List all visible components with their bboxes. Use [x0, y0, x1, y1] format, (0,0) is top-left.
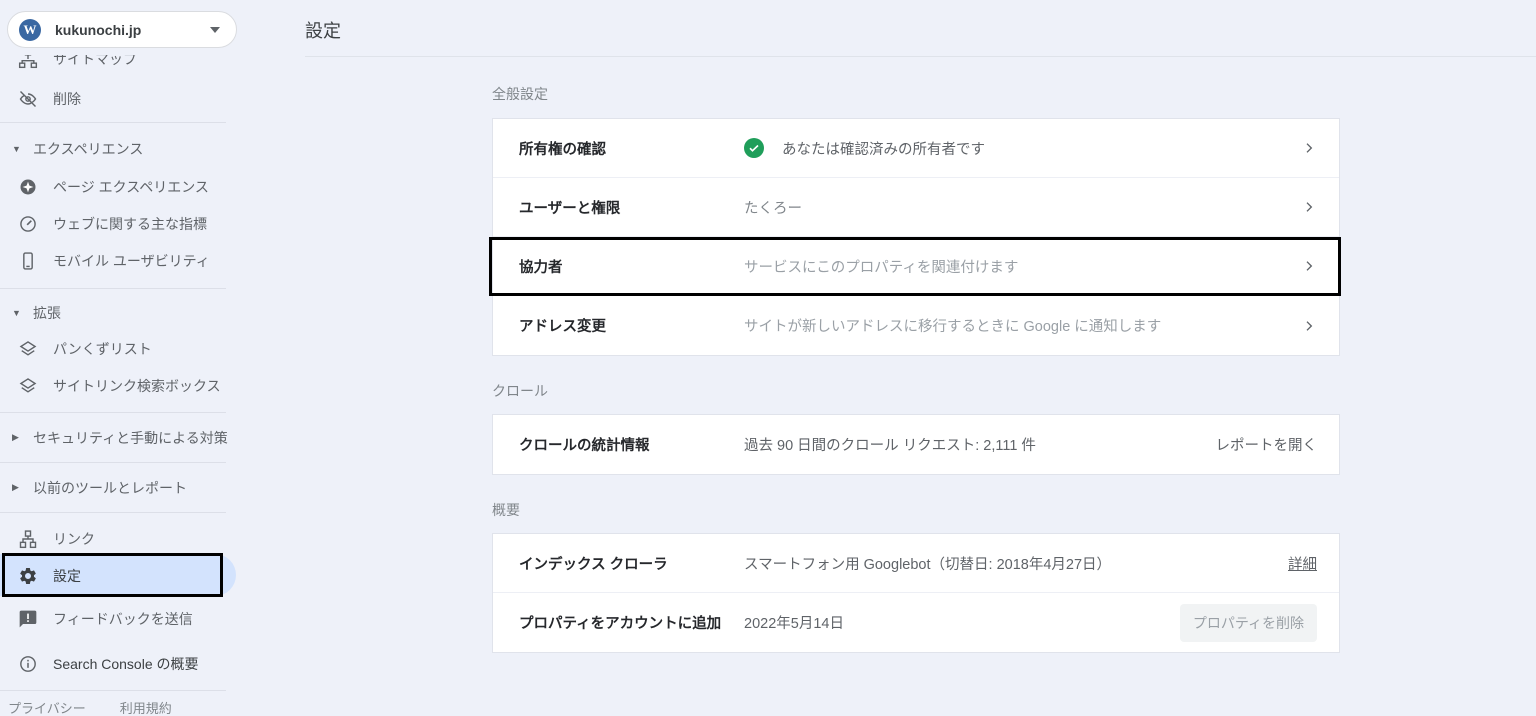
sidebar-section-label: エクスペリエンス — [33, 139, 143, 159]
sidebar-item-label: サイトリンク検索ボックス — [53, 376, 221, 396]
details-link[interactable]: 詳細 — [1288, 553, 1317, 574]
sidebar-divider — [0, 412, 226, 413]
row-label: プロパティをアカウントに追加 — [519, 612, 744, 633]
sidebar-item-label: フィードバックを送信 — [53, 609, 193, 629]
chevron-right-icon[interactable] — [1293, 140, 1317, 156]
sidebar-item-removals[interactable]: 削除 — [0, 80, 236, 117]
row-value: たくろー — [744, 197, 1293, 218]
links-tree-icon — [18, 529, 38, 549]
row-indexing-crawler[interactable]: インデックス クローラ スマートフォン用 Googlebot（切替日: 2018… — [493, 534, 1339, 593]
chevron-right-icon[interactable] — [1293, 258, 1317, 274]
chevron-right-icon[interactable] — [1293, 199, 1317, 215]
row-label: インデックス クローラ — [519, 553, 744, 574]
row-label: クロールの統計情報 — [519, 434, 744, 455]
sidebar-item-settings[interactable]: 設定 — [0, 557, 236, 594]
section-label-about: 概要 — [492, 500, 520, 520]
sidebar-item-label: モバイル ユーザビリティ — [53, 251, 210, 271]
property-selector[interactable]: W kukunochi.jp — [7, 11, 237, 48]
sidebar-section-enhancements[interactable]: ▼ 拡張 — [0, 294, 236, 331]
row-label: アドレス変更 — [519, 315, 744, 336]
sidebar-section-experience[interactable]: ▼ エクスペリエンス — [0, 130, 236, 167]
crawl-card: クロールの統計情報 過去 90 日間のクロール リクエスト: 2,111 件 レ… — [492, 414, 1340, 475]
chevron-right-icon[interactable] — [1293, 318, 1317, 334]
row-property-added[interactable]: プロパティをアカウントに追加 2022年5月14日 プロパティを削除 — [493, 593, 1339, 652]
sidebar-divider — [0, 690, 226, 691]
verified-check-icon — [744, 138, 764, 158]
sidebar-divider — [0, 512, 226, 513]
row-value: 過去 90 日間のクロール リクエスト: 2,111 件 — [744, 434, 1216, 455]
chevron-expanded-icon: ▼ — [12, 144, 24, 154]
sidebar-section-security[interactable]: ▶ セキュリティと手動による対策 — [0, 419, 236, 456]
sidebar-section-legacy-tools[interactable]: ▶ 以前のツールとレポート — [0, 469, 236, 506]
sidebar-item-breadcrumbs[interactable]: パンくずリスト — [0, 330, 236, 367]
sidebar-item-page-experience[interactable]: ページ エクスペリエンス — [0, 168, 236, 205]
row-value: サイトが新しいアドレスに移行するときに Google に通知します — [744, 315, 1293, 336]
sidebar-item-label: 削除 — [53, 89, 81, 109]
sidebar-section-label: 拡張 — [33, 303, 61, 323]
sidebar: サイトマップ 削除 ▼ エクスペリエンス ページ エクスペリエンス ウェブに関す… — [0, 0, 236, 716]
sidebar-item-label: リンク — [53, 529, 95, 549]
sidebar-item-label: パンくずリスト — [53, 339, 152, 359]
sidebar-section-label: セキュリティと手動による対策 — [33, 428, 228, 448]
row-value: 2022年5月14日 — [744, 612, 1180, 633]
chevron-expanded-icon: ▼ — [12, 308, 24, 318]
feedback-icon — [18, 609, 38, 629]
chevron-collapsed-icon: ▶ — [12, 482, 24, 493]
remove-property-button[interactable]: プロパティを削除 — [1180, 604, 1317, 642]
row-change-of-address[interactable]: アドレス変更 サイトが新しいアドレスに移行するときに Google に通知します — [493, 296, 1339, 355]
sidebar-divider — [0, 288, 226, 289]
sidebar-item-about-search-console[interactable]: Search Console の概要 — [0, 645, 236, 682]
search-console-app: サイトマップ 削除 ▼ エクスペリエンス ページ エクスペリエンス ウェブに関す… — [0, 0, 1536, 716]
section-label-crawl: クロール — [492, 381, 548, 401]
sidebar-item-sitelinks-searchbox[interactable]: サイトリンク検索ボックス — [0, 367, 236, 404]
page-experience-icon — [18, 177, 38, 197]
section-label-general: 全般設定 — [492, 84, 548, 104]
row-label: 所有権の確認 — [519, 138, 744, 159]
sidebar-section-label: 以前のツールとレポート — [33, 478, 187, 498]
info-icon — [18, 654, 38, 674]
caret-down-icon — [210, 27, 220, 33]
layers-icon — [18, 376, 38, 396]
row-value: スマートフォン用 Googlebot（切替日: 2018年4月27日） — [744, 553, 1288, 574]
property-name: kukunochi.jp — [55, 22, 141, 38]
terms-link[interactable]: 利用規約 — [120, 698, 172, 716]
about-card: インデックス クローラ スマートフォン用 Googlebot（切替日: 2018… — [492, 533, 1340, 653]
row-label: 協力者 — [519, 256, 744, 277]
sidebar-footer: プライバシー 利用規約 — [8, 698, 172, 716]
gear-icon — [18, 566, 38, 586]
row-users-permissions[interactable]: ユーザーと権限 たくろー — [493, 178, 1339, 237]
visibility-off-icon — [18, 89, 38, 109]
row-ownership-verification[interactable]: 所有権の確認 あなたは確認済みの所有者です — [493, 119, 1339, 178]
sidebar-divider — [0, 122, 226, 123]
row-value: あなたは確認済みの所有者です — [744, 138, 1293, 159]
sidebar-item-label: 設定 — [53, 566, 81, 586]
smartphone-icon — [18, 251, 38, 271]
row-associations[interactable]: 協力者 サービスにこのプロパティを関連付けます — [493, 237, 1339, 296]
sidebar-item-mobile-usability[interactable]: モバイル ユーザビリティ — [0, 242, 236, 279]
sidebar-item-label: ページ エクスペリエンス — [53, 177, 209, 197]
open-report-link[interactable]: レポートを開く — [1216, 434, 1318, 455]
sidebar-item-label: Search Console の概要 — [53, 654, 199, 674]
header-divider — [305, 56, 1536, 57]
layers-icon — [18, 339, 38, 359]
sidebar-item-label: ウェブに関する主な指標 — [53, 214, 207, 234]
sidebar-item-core-web-vitals[interactable]: ウェブに関する主な指標 — [0, 205, 236, 242]
chevron-collapsed-icon: ▶ — [12, 432, 24, 443]
privacy-link[interactable]: プライバシー — [8, 698, 86, 716]
sidebar-item-feedback[interactable]: フィードバックを送信 — [0, 600, 236, 637]
speedometer-icon — [18, 214, 38, 234]
general-settings-card: 所有権の確認 あなたは確認済みの所有者です ユーザーと権限 たくろー 協力者 サ… — [492, 118, 1340, 356]
sidebar-item-links[interactable]: リンク — [0, 520, 236, 557]
row-label: ユーザーと権限 — [519, 197, 744, 218]
wordpress-logo-icon: W — [17, 17, 43, 43]
page-title: 設定 — [305, 17, 341, 43]
sidebar-divider — [0, 462, 226, 463]
row-crawl-stats[interactable]: クロールの統計情報 過去 90 日間のクロール リクエスト: 2,111 件 レ… — [493, 415, 1339, 474]
row-value: サービスにこのプロパティを関連付けます — [744, 256, 1293, 277]
